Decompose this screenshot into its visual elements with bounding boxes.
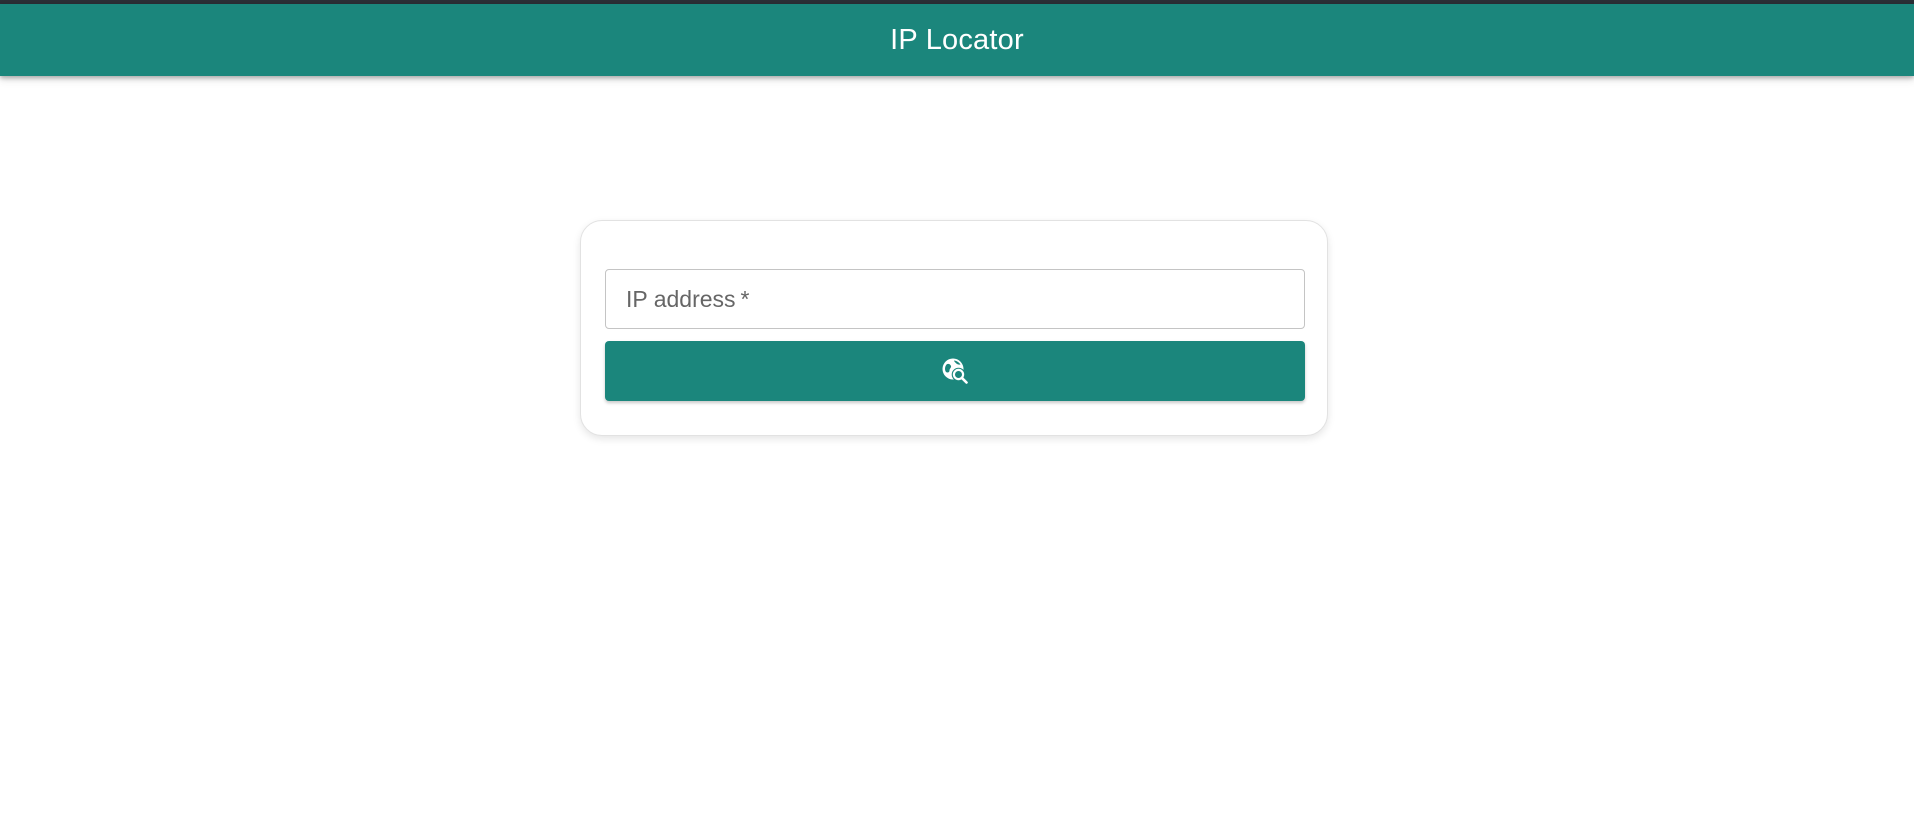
ip-address-label: IP address xyxy=(626,285,736,312)
ip-address-input[interactable]: IP address * xyxy=(605,269,1305,329)
locate-ip-button[interactable] xyxy=(605,341,1305,401)
app-bar: IP Locator xyxy=(0,4,1914,76)
app-title: IP Locator xyxy=(890,23,1024,56)
ip-lookup-card: IP address * xyxy=(580,220,1328,436)
required-marker: * xyxy=(740,285,750,312)
travel-explore-icon xyxy=(940,356,970,386)
